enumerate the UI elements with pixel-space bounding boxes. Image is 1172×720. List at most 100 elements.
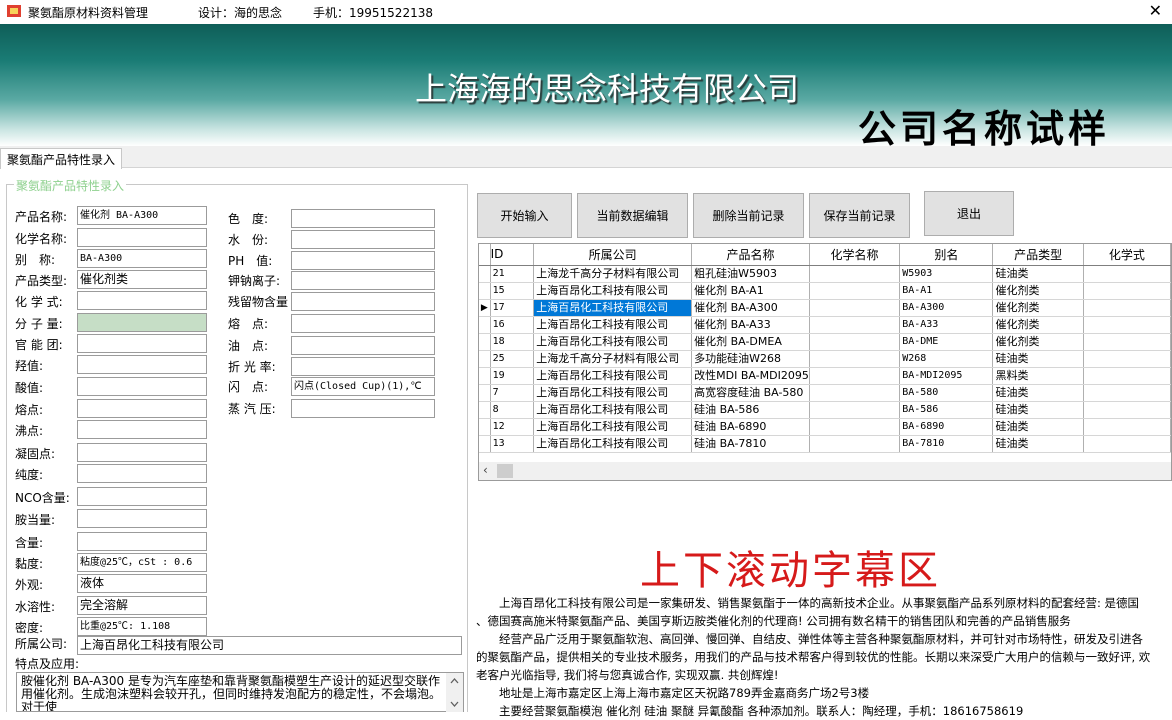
grid-cell[interactable]: 黑料类: [992, 367, 1084, 385]
grid-cell[interactable]: 13: [490, 435, 535, 453]
grid-cell[interactable]: [1083, 418, 1171, 436]
right-field-input[interactable]: [291, 209, 435, 228]
grid-cell-company[interactable]: 上海龙千高分子材料有限公司: [533, 265, 693, 283]
grid-cell[interactable]: BA-A1: [899, 282, 994, 300]
grid-cell[interactable]: 25: [490, 350, 535, 368]
data-grid[interactable]: ID 所属公司 产品名称 化学名称 别名 产品类型 化学式 21 上海龙千高分子材料有限公司粗…: [478, 243, 1172, 481]
grid-cell[interactable]: 催化剂 BA-A33: [691, 316, 810, 334]
row-header-cell[interactable]: [479, 418, 491, 436]
grid-cell[interactable]: 21: [490, 265, 535, 283]
grid-cell[interactable]: 12: [490, 418, 535, 436]
current-row-arrow-icon[interactable]: ▶: [479, 299, 491, 317]
grid-cell[interactable]: BA-A33: [899, 316, 994, 334]
grid-cell[interactable]: [809, 418, 901, 436]
grid-cell[interactable]: BA-MDI2095: [899, 367, 994, 385]
right-field-input[interactable]: [291, 314, 435, 333]
row-header-cell[interactable]: [479, 367, 491, 385]
left-field-input[interactable]: [77, 532, 207, 551]
grid-cell[interactable]: 18: [490, 333, 535, 351]
grid-cell[interactable]: W268: [899, 350, 994, 368]
left-field-input[interactable]: 催化剂 BA-A300: [77, 206, 207, 225]
row-header-cell[interactable]: [479, 350, 491, 368]
row-header-cell[interactable]: [479, 316, 491, 334]
grid-cell[interactable]: 15: [490, 282, 535, 300]
grid-cell[interactable]: [809, 367, 901, 385]
grid-cell[interactable]: 17: [490, 299, 535, 317]
right-field-input[interactable]: [291, 230, 435, 249]
tab-product-entry[interactable]: 聚氨酯产品特性录入: [0, 148, 123, 169]
grid-cell[interactable]: 催化剂类: [992, 282, 1084, 300]
right-field-input[interactable]: [291, 399, 435, 418]
grid-cell[interactable]: 催化剂类: [992, 333, 1084, 351]
table-row[interactable]: 19 上海百昂化工科技有限公司 改性MDI BA-MDI2095 BA-MDI2095…: [479, 367, 1171, 385]
grid-column-header[interactable]: 所属公司: [533, 244, 693, 266]
left-field-input[interactable]: [77, 377, 207, 396]
grid-column-header[interactable]: 产品类型: [992, 244, 1084, 266]
grid-cell[interactable]: 16: [490, 316, 535, 334]
grid-cell[interactable]: W5903: [899, 265, 994, 283]
grid-cell[interactable]: 硅油类: [992, 418, 1084, 436]
grid-column-header[interactable]: ID: [490, 244, 535, 266]
left-field-input[interactable]: [77, 228, 207, 247]
grid-cell[interactable]: 多功能硅油W268: [691, 350, 810, 368]
grid-cell[interactable]: [809, 384, 901, 402]
grid-column-header[interactable]: 产品名称: [691, 244, 810, 266]
grid-cell[interactable]: [1083, 265, 1171, 283]
row-header-cell[interactable]: [479, 333, 491, 351]
grid-column-header[interactable]: 化学式: [1083, 244, 1171, 266]
grid-cell-company[interactable]: 上海百昂化工科技有限公司: [533, 282, 693, 300]
grid-cell[interactable]: BA-586: [899, 401, 994, 419]
table-row[interactable]: 25 上海龙千高分子材料有限公司 多功能硅油W268 W268 硅油类: [479, 350, 1171, 368]
left-field-input[interactable]: 比重@25℃: 1.108: [77, 617, 207, 636]
grid-cell[interactable]: [809, 333, 901, 351]
row-header-cell[interactable]: [479, 265, 491, 283]
grid-cell[interactable]: 硅油类: [992, 435, 1084, 453]
left-field-input[interactable]: [77, 399, 207, 418]
grid-column-header[interactable]: 化学名称: [809, 244, 901, 266]
grid-cell[interactable]: [809, 350, 901, 368]
left-field-input[interactable]: [77, 420, 207, 439]
grid-cell[interactable]: 硅油类: [992, 384, 1084, 402]
right-field-input[interactable]: [291, 336, 435, 355]
grid-cell-company[interactable]: 上海百昂化工科技有限公司: [533, 299, 693, 317]
grid-cell-company[interactable]: 上海百昂化工科技有限公司: [533, 333, 693, 351]
grid-cell[interactable]: 催化剂类: [992, 299, 1084, 317]
scroll-thumb[interactable]: [497, 464, 513, 478]
table-row[interactable]: 15 上海百昂化工科技有限公司 催化剂 BA-A1 BA-A1 催化剂类: [479, 282, 1171, 300]
table-row[interactable]: 12 上海百昂化工科技有限公司 硅油 BA-6890 BA-6890 硅油类: [479, 418, 1171, 436]
grid-cell[interactable]: [1083, 435, 1171, 453]
grid-cell[interactable]: 催化剂类: [992, 316, 1084, 334]
left-field-input[interactable]: BA-A300: [77, 249, 207, 268]
grid-cell[interactable]: 7: [490, 384, 535, 402]
table-row[interactable]: 13 上海百昂化工科技有限公司 硅油 BA-7810 BA-7810 硅油类: [479, 435, 1171, 453]
grid-cell-company[interactable]: 上海百昂化工科技有限公司: [533, 384, 693, 402]
grid-cell[interactable]: BA-7810: [899, 435, 994, 453]
grid-cell[interactable]: 8: [490, 401, 535, 419]
grid-cell[interactable]: 硅油类: [992, 350, 1084, 368]
grid-cell[interactable]: [809, 435, 901, 453]
grid-cell[interactable]: [809, 299, 901, 317]
grid-cell-company[interactable]: 上海百昂化工科技有限公司: [533, 401, 693, 419]
right-field-input[interactable]: [291, 271, 435, 290]
table-row[interactable]: 8 上海百昂化工科技有限公司 硅油 BA-586 BA-586 硅油类: [479, 401, 1171, 419]
left-field-input[interactable]: 完全溶解: [77, 596, 207, 615]
close-icon[interactable]: ✕: [1149, 1, 1162, 20]
row-header-cell[interactable]: [479, 282, 491, 300]
grid-cell-company[interactable]: 上海百昂化工科技有限公司: [533, 418, 693, 436]
left-field-input[interactable]: [77, 355, 207, 374]
grid-cell[interactable]: 催化剂 BA-DMEA: [691, 333, 810, 351]
left-field-input[interactable]: 液体: [77, 574, 207, 593]
grid-cell[interactable]: 硅油类: [992, 401, 1084, 419]
grid-cell[interactable]: BA-A300: [899, 299, 994, 317]
right-field-input[interactable]: [291, 251, 435, 270]
row-header-cell[interactable]: [479, 435, 491, 453]
grid-cell[interactable]: [1083, 350, 1171, 368]
grid-cell[interactable]: [1083, 316, 1171, 334]
grid-cell-company[interactable]: 上海百昂化工科技有限公司: [533, 367, 693, 385]
table-row[interactable]: 16 上海百昂化工科技有限公司 催化剂 BA-A33 BA-A33 催化剂类: [479, 316, 1171, 334]
exit-button[interactable]: 退出: [924, 191, 1014, 236]
left-field-input[interactable]: 粘度@25℃，cSt : 0.6: [77, 553, 207, 572]
grid-cell[interactable]: [809, 282, 901, 300]
grid-cell[interactable]: 改性MDI BA-MDI2095: [691, 367, 810, 385]
grid-cell[interactable]: [1083, 333, 1171, 351]
